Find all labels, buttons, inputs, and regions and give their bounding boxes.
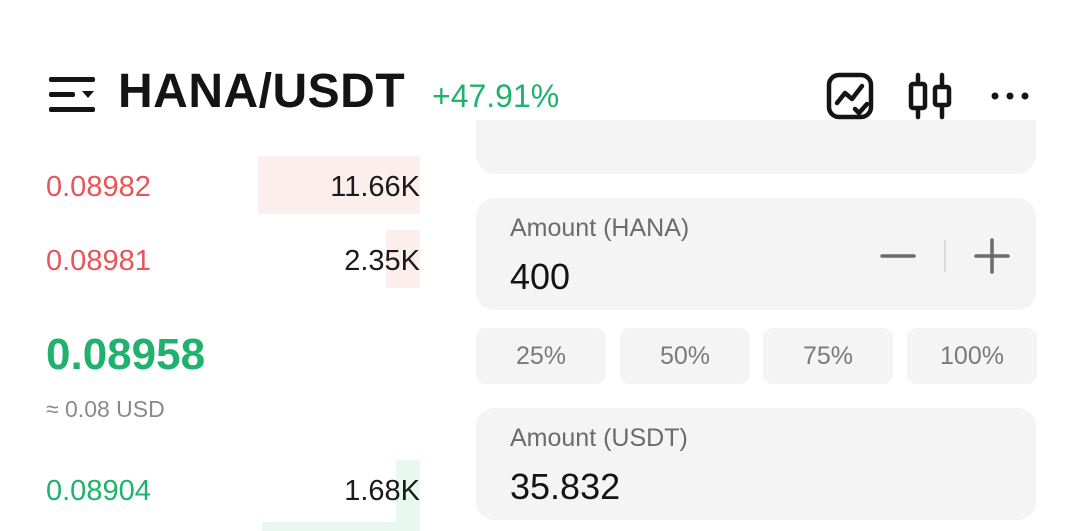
depth-bar [262,522,420,531]
last-price-usd: ≈ 0.08 USD [46,396,165,422]
minus-icon [880,254,916,258]
total-label: Amount (USDT) [510,424,688,452]
ask-price: 0.08981 [46,245,151,277]
chart-icon [826,72,874,120]
ask-quantity: 11.66K [330,171,420,203]
chart-button[interactable] [824,70,876,122]
percent-100-button[interactable]: 100% [907,328,1037,384]
trade-form: Amount (HANA) 400 25% 50% 75% 100% Amoun… [476,120,1038,531]
order-book: 0.08982 11.66K 0.08981 2.35K 0.08958 ≈ 0… [0,150,440,531]
ask-row[interactable]: 0.08981 2.35K [0,230,440,288]
stepper-divider [944,240,946,272]
more-icon [991,92,1029,100]
total-input[interactable]: 35.832 [510,466,620,508]
ask-quantity: 2.35K [344,245,420,277]
bid-row[interactable]: 0.08904 1.68K [0,460,440,531]
percent-75-button[interactable]: 75% [763,328,893,384]
percent-25-button[interactable]: 25% [476,328,606,384]
pair-title[interactable]: HANA/USDT [118,64,405,119]
amount-field[interactable]: Amount (HANA) 400 [476,198,1036,310]
price-change-percent: +47.91% [432,78,560,114]
ask-price: 0.08982 [46,171,151,203]
candlestick-icon [908,72,952,120]
bid-price: 0.08904 [46,475,151,507]
plus-icon [974,238,1010,274]
ask-row[interactable]: 0.08982 11.66K [0,156,440,214]
total-field[interactable]: Amount (USDT) 35.832 [476,408,1036,520]
bid-quantity: 1.68K [344,475,420,507]
menu-icon[interactable] [48,74,98,116]
price-field[interactable] [476,120,1036,174]
increase-button[interactable] [972,236,1012,276]
more-button[interactable] [984,70,1036,122]
percentage-selector: 25% 50% 75% 100% [476,328,1038,384]
decrease-button[interactable] [878,236,918,276]
amount-label: Amount (HANA) [510,214,690,242]
percent-50-button[interactable]: 50% [620,328,750,384]
candlestick-button[interactable] [904,70,956,122]
amount-input[interactable]: 400 [510,256,570,298]
last-price[interactable]: 0.08958 [46,330,205,380]
